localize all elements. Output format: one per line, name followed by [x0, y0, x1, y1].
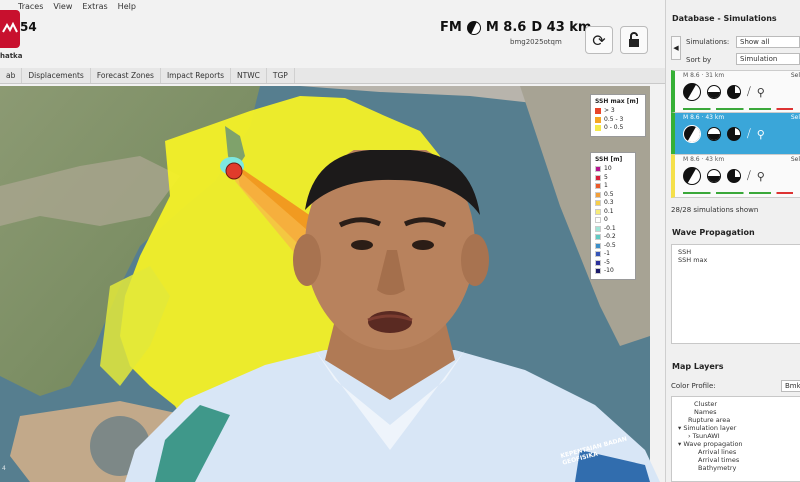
layer-item[interactable]: Arrival lines: [678, 448, 794, 456]
tab-ab[interactable]: ab: [0, 68, 23, 83]
quake-summary: FM M 8.6 D 43 km: [440, 20, 591, 35]
refresh-button[interactable]: ⟳: [585, 26, 613, 54]
layer-label: TsunAWI: [692, 432, 720, 440]
menu-extras[interactable]: Extras: [82, 2, 107, 11]
simulations-label: Simulations:: [686, 38, 730, 46]
runner-icon: ⚲: [756, 85, 765, 99]
tab-impact-reports[interactable]: Impact Reports: [161, 68, 232, 83]
slash-icon: ⧸: [747, 85, 751, 98]
simulation-card[interactable]: M 8.6 · 31 km Sel ⧸ ⚲: [671, 70, 800, 114]
progress-bar: [683, 192, 793, 194]
event-id: bmg2025otqm: [510, 38, 562, 46]
half-wave-icon: [707, 85, 721, 99]
layer-label: Simulation layer: [683, 424, 737, 432]
card-select-label: Sel: [790, 72, 800, 79]
dark-ball-icon: [727, 85, 741, 99]
legend-label: 0 - 0.5: [604, 124, 624, 131]
magnitude-label: M 8.6: [485, 20, 527, 35]
layer-item[interactable]: Bathymetry: [678, 464, 794, 472]
dark-ball-icon: [727, 169, 741, 183]
legend-label: > 3: [604, 107, 615, 114]
runner-icon: ⚲: [756, 169, 765, 183]
layer-item[interactable]: Rupture area: [678, 416, 794, 424]
map-layers-tree[interactable]: Cluster Names Rupture area ▾ Simulation …: [671, 396, 800, 482]
map-credit: 4: [2, 465, 6, 472]
slash-icon: ⧸: [747, 127, 751, 140]
tab-displacements[interactable]: Displacements: [22, 68, 91, 83]
layer-item[interactable]: ▾ Wave propagation: [678, 440, 794, 448]
color-profile-label: Color Profile:: [671, 382, 716, 390]
layer-item[interactable]: Arrival times: [678, 456, 794, 464]
list-item[interactable]: SSH max: [678, 256, 794, 264]
tab-forecast-zones[interactable]: Forecast Zones: [91, 68, 161, 83]
fm-label: FM: [440, 20, 462, 35]
app-logo: [0, 10, 20, 48]
menu-traces[interactable]: Traces: [18, 2, 43, 11]
card-header: M 8.6 · 31 km: [683, 72, 725, 79]
unlock-icon: [629, 32, 639, 47]
card-select-label: Sel: [790, 114, 800, 121]
map-layers-title: Map Layers: [672, 362, 724, 371]
focal-mechanism-icon: [683, 83, 701, 101]
right-panel: Database - Simulations ◀ Simulations: Sh…: [665, 0, 800, 482]
focal-mechanism-icon: [683, 125, 701, 143]
wave-propagation-title: Wave Propagation: [672, 228, 755, 237]
presenter-video: [125, 150, 660, 482]
layer-item[interactable]: Cluster: [678, 400, 794, 408]
ssh-max-legend-title: SSH max [m]: [595, 98, 639, 105]
layer-item[interactable]: › TsunAWI: [678, 432, 794, 440]
menu-view[interactable]: View: [53, 2, 72, 11]
refresh-icon: ⟳: [592, 30, 606, 50]
event-region: hatka: [0, 52, 23, 60]
card-select-label: Sel: [790, 156, 800, 163]
card-icons: ⧸ ⚲: [683, 125, 765, 143]
list-item[interactable]: SSH: [678, 248, 794, 256]
legend-label: 0.5 - 3: [604, 115, 624, 123]
database-simulations-title: Database - Simulations: [672, 14, 777, 23]
legend-row: > 3: [595, 107, 641, 116]
menu-bar: Traces View Extras Help: [0, 0, 665, 12]
sort-label: Sort by: [686, 56, 712, 64]
color-profile-select[interactable]: Bmk: [781, 380, 800, 392]
half-wave-icon: [707, 169, 721, 183]
card-header: M 8.6 · 43 km: [683, 114, 725, 121]
half-wave-icon: [707, 127, 721, 141]
legend-swatch: [595, 116, 601, 123]
layer-item[interactable]: Names: [678, 408, 794, 416]
card-icons: ⧸ ⚲: [683, 167, 765, 185]
tab-tgp[interactable]: TGP: [267, 68, 295, 83]
legend-swatch: [595, 108, 601, 115]
tab-bar: ab Displacements Forecast Zones Impact R…: [0, 68, 665, 84]
simulations-select[interactable]: Show all: [736, 36, 800, 48]
caret-left-icon: ◀: [673, 44, 679, 52]
slash-icon: ⧸: [747, 169, 751, 182]
legend-row: 0.5 - 3: [595, 116, 641, 125]
progress-bar: [683, 108, 793, 110]
legend-swatch: [595, 125, 601, 132]
panel-collapse-button[interactable]: ◀: [671, 36, 681, 60]
card-header: M 8.6 · 43 km: [683, 156, 725, 163]
wave-propagation-list[interactable]: SSH SSH max: [671, 244, 800, 344]
lock-button[interactable]: [620, 26, 648, 54]
simulation-count: 28/28 simulations shown: [671, 206, 759, 214]
menu-help[interactable]: Help: [118, 2, 136, 11]
card-icons: ⧸ ⚲: [683, 83, 765, 101]
event-number: 54: [20, 20, 37, 34]
dark-ball-icon: [727, 127, 741, 141]
runner-icon: ⚲: [756, 127, 765, 141]
wave-icon: [2, 22, 18, 33]
legend-row: 0 - 0.5: [595, 124, 641, 133]
layer-item[interactable]: ▾ Simulation layer: [678, 424, 794, 432]
layer-label: Wave propagation: [683, 440, 743, 448]
simulation-card-selected[interactable]: M 8.6 · 43 km Sel ⧸ ⚲: [671, 112, 800, 156]
sort-select[interactable]: Simulation: [736, 53, 800, 65]
depth-label: D 43 km: [531, 20, 592, 35]
ssh-max-legend: SSH max [m] > 3 0.5 - 3 0 - 0.5: [590, 94, 646, 137]
simulation-card[interactable]: M 8.6 · 43 km Sel ⧸ ⚲: [671, 154, 800, 198]
focal-mechanism-icon: [683, 167, 701, 185]
tab-ntwc[interactable]: NTWC: [231, 68, 267, 83]
focal-mechanism-icon: [466, 20, 481, 35]
